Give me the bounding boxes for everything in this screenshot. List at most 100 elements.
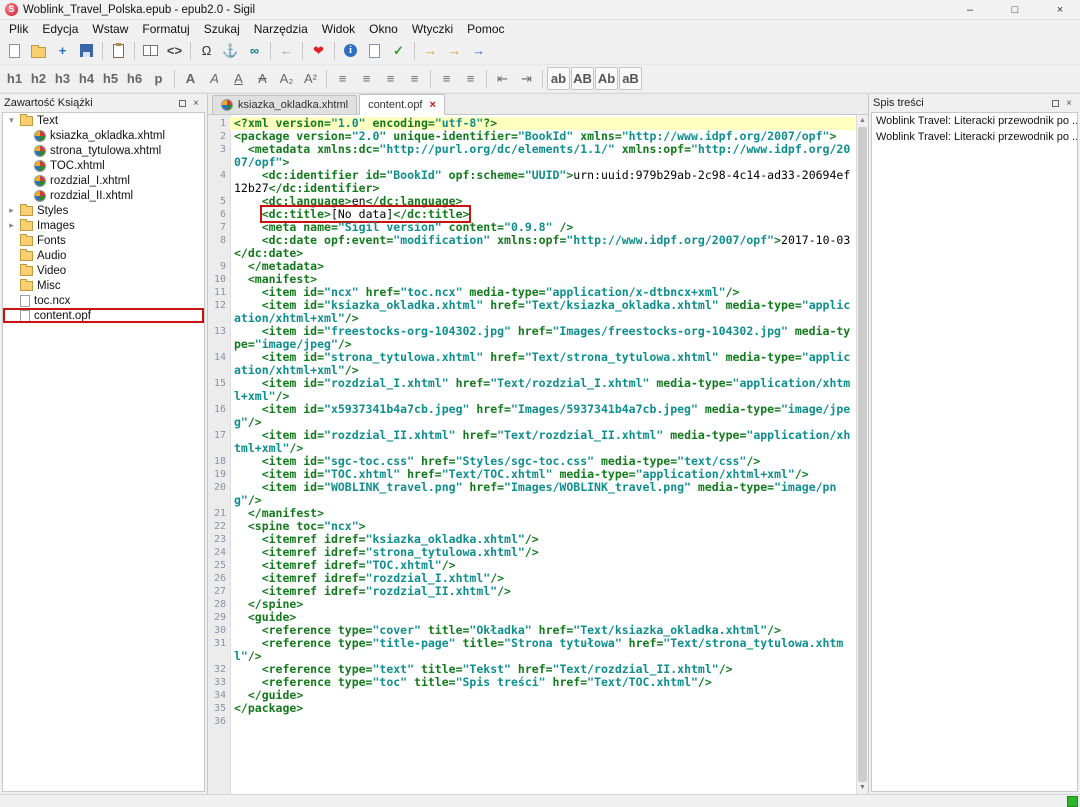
menu-widok[interactable]: Widok xyxy=(315,21,362,37)
lowercase-button[interactable]: ab xyxy=(547,67,570,90)
tree-item-folder-audio[interactable]: Audio xyxy=(3,248,204,263)
toc-entry[interactable]: Woblink Travel: Literacki przewodnik po … xyxy=(872,129,1077,145)
menu-narzedzia[interactable]: Narzędzia xyxy=(247,21,315,37)
code-line[interactable]: 36 xyxy=(208,715,856,728)
toc-float-button[interactable] xyxy=(1048,96,1062,110)
find-next-button[interactable]: → xyxy=(419,39,442,62)
tab-close-button[interactable]: × xyxy=(428,99,436,111)
tree-item-ksiazka-okladka-xhtml[interactable]: ksiazka_okladka.xhtml xyxy=(3,128,204,143)
bulleted-list-button[interactable]: ≡ xyxy=(435,67,458,90)
find-previous-button[interactable]: → xyxy=(443,39,466,62)
capitalize-button[interactable]: aB xyxy=(619,67,642,90)
bold-button[interactable]: A xyxy=(179,67,202,90)
insert-special-character-button[interactable]: Ω xyxy=(195,39,218,62)
code-view-editor[interactable]: 1<?xml version="1.0" encoding="utf-8"?>2… xyxy=(208,115,856,794)
code-line[interactable]: 33 <reference type="toc" title="Spis tre… xyxy=(208,676,856,689)
code-line[interactable]: 14 <item id="strona_tytulowa.xhtml" href… xyxy=(208,351,856,377)
new-file-button[interactable] xyxy=(3,39,26,62)
code-line[interactable]: 28 </spine> xyxy=(208,598,856,611)
tree-item-folder-styles[interactable]: ▸Styles xyxy=(3,203,204,218)
heading-4-button[interactable]: h4 xyxy=(75,67,98,90)
scroll-down-arrow-icon[interactable]: ▼ xyxy=(857,782,868,794)
underline-button[interactable]: A xyxy=(227,67,250,90)
tree-item-content-opf[interactable]: content.opf xyxy=(3,308,204,323)
back-button[interactable]: ← xyxy=(275,39,298,62)
align-left-button[interactable]: ≡ xyxy=(331,67,354,90)
code-line[interactable]: 4 <dc:identifier id="BookId" opf:scheme=… xyxy=(208,169,856,195)
code-line[interactable]: 34 </guide> xyxy=(208,689,856,702)
minimize-button[interactable]: – xyxy=(950,0,990,20)
decrease-indent-button[interactable]: ⇤ xyxy=(491,67,514,90)
code-line[interactable]: 17 <item id="rozdzial_II.xhtml" href="Te… xyxy=(208,429,856,455)
scroll-up-arrow-icon[interactable]: ▲ xyxy=(857,115,868,127)
tree-item-rozdzial-i-xhtml[interactable]: rozdzial_I.xhtml xyxy=(3,173,204,188)
tree-item-toc-xhtml[interactable]: TOC.xhtml xyxy=(3,158,204,173)
panel-close-button[interactable]: × xyxy=(189,96,203,110)
code-line[interactable]: 20 <item id="WOBLINK_travel.png" href="I… xyxy=(208,481,856,507)
menu-wtyczki[interactable]: Wtyczki xyxy=(405,21,460,37)
insert-link-button[interactable]: ∞ xyxy=(243,39,266,62)
strikethrough-button[interactable]: A xyxy=(251,67,274,90)
code-line[interactable]: 13 <item id="freestocks-org-104302.jpg" … xyxy=(208,325,856,351)
code-line[interactable]: 16 <item id="x5937341b4a7cb.jpeg" href="… xyxy=(208,403,856,429)
tree-item-rozdzial-ii-xhtml[interactable]: rozdzial_II.xhtml xyxy=(3,188,204,203)
heading-6-button[interactable]: h6 xyxy=(123,67,146,90)
heading-2-button[interactable]: h2 xyxy=(27,67,50,90)
add-existing-files-button[interactable]: + xyxy=(51,39,74,62)
tree-item-folder-images[interactable]: ▸Images xyxy=(3,218,204,233)
code-line[interactable]: 12 <item id="ksiazka_okladka.xhtml" href… xyxy=(208,299,856,325)
tree-item-folder-misc[interactable]: Misc xyxy=(3,278,204,293)
tree-item-toc-ncx[interactable]: toc.ncx xyxy=(3,293,204,308)
generate-toc-button[interactable] xyxy=(363,39,386,62)
menu-edycja[interactable]: Edycja xyxy=(35,21,85,37)
donate-button[interactable]: ❤ xyxy=(307,39,330,62)
italic-button[interactable]: A xyxy=(203,67,226,90)
subscript-button[interactable]: A₂ xyxy=(275,67,298,90)
menu-szukaj[interactable]: Szukaj xyxy=(197,21,247,37)
scrollbar-thumb[interactable] xyxy=(858,127,867,782)
maximize-button[interactable]: □ xyxy=(995,0,1035,20)
open-file-button[interactable] xyxy=(27,39,50,62)
menu-pomoc[interactable]: Pomoc xyxy=(460,21,511,37)
tab-content-opf[interactable]: content.opf× xyxy=(359,94,445,115)
insert-id-button[interactable]: ⚓ xyxy=(219,39,242,62)
panel-float-button[interactable] xyxy=(175,96,189,110)
menu-okno[interactable]: Okno xyxy=(362,21,405,37)
save-button[interactable] xyxy=(75,39,98,62)
tree-item-folder-text[interactable]: ▾Text xyxy=(3,113,204,128)
heading-5-button[interactable]: h5 xyxy=(99,67,122,90)
menu-plik[interactable]: Plik xyxy=(2,21,35,37)
increase-indent-button[interactable]: ⇥ xyxy=(515,67,538,90)
close-button[interactable]: × xyxy=(1040,0,1080,20)
tree-item-folder-video[interactable]: Video xyxy=(3,263,204,278)
editor-scrollbar[interactable]: ▲ ▼ xyxy=(856,115,868,794)
spellcheck-button[interactable]: ✓ xyxy=(387,39,410,62)
metadata-editor-button[interactable] xyxy=(339,39,362,62)
tab-ksiazka-okladka[interactable]: ksiazka_okladka.xhtml xyxy=(212,95,357,114)
tree-expander-icon[interactable]: ▸ xyxy=(7,220,16,231)
code-line[interactable]: 3 <metadata xmlns:dc="http://purl.org/dc… xyxy=(208,143,856,169)
book-view-button[interactable] xyxy=(139,39,162,62)
paragraph-button[interactable]: p xyxy=(147,67,170,90)
numbered-list-button[interactable]: ≡ xyxy=(459,67,482,90)
code-line[interactable]: 35</package> xyxy=(208,702,856,715)
uppercase-button[interactable]: AB xyxy=(571,67,594,90)
superscript-button[interactable]: A² xyxy=(299,67,322,90)
code-view-button[interactable]: <> xyxy=(163,39,186,62)
code-line[interactable]: 15 <item id="rozdzial_I.xhtml" href="Tex… xyxy=(208,377,856,403)
heading-3-button[interactable]: h3 xyxy=(51,67,74,90)
toc-entry[interactable]: Woblink Travel: Literacki przewodnik po … xyxy=(872,113,1077,129)
replace-all-button[interactable]: → xyxy=(467,39,490,62)
tree-item-folder-fonts[interactable]: Fonts xyxy=(3,233,204,248)
menu-formatuj[interactable]: Formatuj xyxy=(135,21,196,37)
paste-button[interactable] xyxy=(107,39,130,62)
code-line[interactable]: 8 <dc:date opf:event="modification" xmln… xyxy=(208,234,856,260)
align-center-button[interactable]: ≡ xyxy=(355,67,378,90)
tree-expander-icon[interactable]: ▸ xyxy=(7,205,16,216)
menu-wstaw[interactable]: Wstaw xyxy=(85,21,135,37)
heading-1-button[interactable]: h1 xyxy=(3,67,26,90)
code-line[interactable]: 27 <itemref idref="rozdzial_II.xhtml"/> xyxy=(208,585,856,598)
toc-close-button[interactable]: × xyxy=(1062,96,1076,110)
tree-expander-icon[interactable]: ▾ xyxy=(7,115,16,126)
titlecase-button[interactable]: Ab xyxy=(595,67,618,90)
